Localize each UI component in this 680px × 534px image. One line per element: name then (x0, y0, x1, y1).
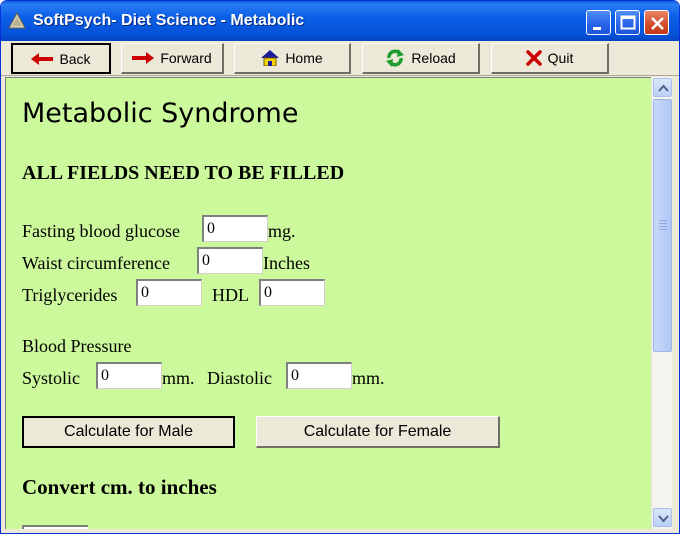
triglycerides-label: Triglycerides (22, 285, 118, 305)
triangle-app-icon (8, 12, 26, 29)
hdl-label: HDL (212, 285, 249, 305)
chevron-down-icon (658, 515, 669, 523)
forward-button[interactable]: Forward (121, 43, 224, 74)
arrow-right-icon (132, 52, 155, 64)
chevron-up-icon (658, 84, 669, 92)
diastolic-input[interactable] (286, 362, 352, 389)
waist-label: Waist circumference (22, 253, 170, 273)
diastolic-label: Diastolic (207, 368, 272, 388)
x-quit-icon (525, 50, 542, 66)
content-area: Metabolic Syndrome ALL FIELDS NEED TO BE… (5, 77, 651, 529)
home-icon (261, 50, 280, 66)
minimize-icon (593, 27, 601, 30)
title-bar[interactable]: SoftPsych- Diet Science - Metabolic (1, 1, 679, 41)
forward-label: Forward (160, 50, 212, 66)
back-button[interactable]: Back (11, 43, 111, 74)
app-window: SoftPsych- Diet Science - Metabolic Back… (0, 0, 680, 534)
home-button[interactable]: Home (234, 43, 351, 74)
close-icon (651, 17, 664, 30)
glucose-input[interactable] (202, 215, 268, 242)
grip-line (659, 229, 667, 230)
maximize-icon (620, 15, 636, 30)
instructions-heading: ALL FIELDS NEED TO BE FILLED (22, 162, 345, 184)
back-label: Back (59, 50, 91, 67)
home-label: Home (285, 50, 323, 66)
systolic-unit: mm. (162, 368, 195, 388)
grip-line (659, 223, 667, 224)
waist-input[interactable] (197, 247, 263, 274)
systolic-input[interactable] (96, 362, 162, 389)
reload-label: Reload (411, 50, 456, 66)
hdl-input[interactable] (259, 279, 325, 306)
nav-toolbar: Back Forward Home Reload Quit (1, 41, 679, 76)
scroll-up-button[interactable] (653, 78, 672, 97)
quit-button[interactable]: Quit (491, 43, 609, 74)
maximize-button[interactable] (615, 10, 640, 35)
arrow-left-icon (31, 52, 54, 65)
glucose-label: Fasting blood glucose (22, 221, 180, 241)
reload-icon (386, 49, 405, 67)
blood-pressure-label: Blood Pressure (22, 336, 132, 356)
reload-button[interactable]: Reload (362, 43, 480, 74)
scroll-down-button[interactable] (653, 508, 672, 527)
grip-line (659, 220, 667, 221)
diastolic-unit: mm. (352, 368, 385, 388)
waist-unit: Inches (263, 253, 310, 273)
minimize-button[interactable] (586, 10, 611, 35)
systolic-label: Systolic (22, 368, 81, 388)
quit-label: Quit (547, 50, 574, 66)
scroll-thumb[interactable] (653, 99, 672, 352)
cm-input-partial[interactable] (22, 525, 88, 529)
triglycerides-input[interactable] (136, 279, 202, 306)
convert-heading: Convert cm. to inches (22, 475, 217, 499)
window-title: SoftPsych- Diet Science - Metabolic (33, 12, 305, 29)
calculate-male-button[interactable]: Calculate for Male (22, 416, 235, 448)
calculate-female-button[interactable]: Calculate for Female (256, 416, 500, 448)
page-title: Metabolic Syndrome (22, 98, 299, 129)
close-button[interactable] (644, 10, 669, 35)
grip-line (659, 226, 667, 227)
glucose-unit: mg. (268, 221, 296, 241)
vertical-scrollbar[interactable] (651, 77, 672, 529)
